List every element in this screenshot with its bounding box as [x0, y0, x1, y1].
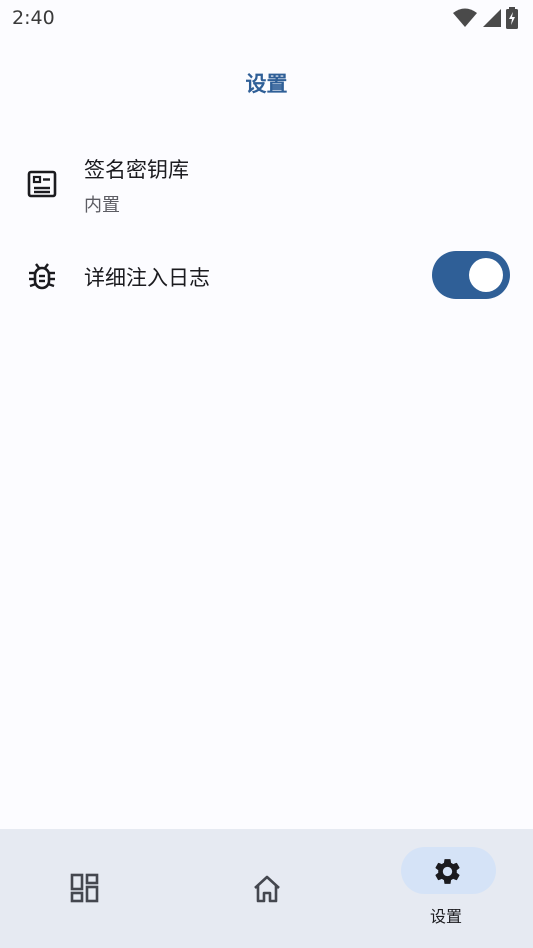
home-icon — [254, 875, 280, 903]
keystore-setting-row[interactable]: 签名密钥库 内置 — [0, 140, 533, 230]
status-time: 2:40 — [12, 7, 55, 29]
status-icons — [453, 6, 519, 30]
dashboard-icon — [70, 873, 99, 903]
bottom-navigation: 设置 — [0, 829, 533, 948]
keystore-title: 签名密钥库 — [84, 158, 189, 182]
settings-gear-icon — [435, 859, 460, 884]
bug-icon — [29, 263, 55, 290]
nav-item-settings[interactable]: 设置 — [356, 829, 533, 948]
wifi-icon — [453, 8, 477, 27]
verbose-log-setting-row[interactable]: 详细注入日志 — [0, 240, 533, 312]
toggle-thumb — [469, 258, 503, 292]
verbose-log-toggle[interactable] — [432, 251, 510, 299]
nav-item-dashboard[interactable] — [0, 829, 178, 948]
keystore-subtitle: 内置 — [84, 195, 120, 216]
status-bar: 2:40 — [0, 0, 533, 36]
nav-item-home[interactable] — [178, 829, 356, 948]
page-title: 设置 — [245, 72, 288, 96]
keystore-card-icon — [27, 170, 57, 198]
cellular-signal-icon — [483, 9, 501, 27]
battery-charging-icon — [506, 7, 518, 29]
nav-label-settings: 设置 — [430, 907, 463, 926]
verbose-log-title: 详细注入日志 — [84, 266, 210, 290]
